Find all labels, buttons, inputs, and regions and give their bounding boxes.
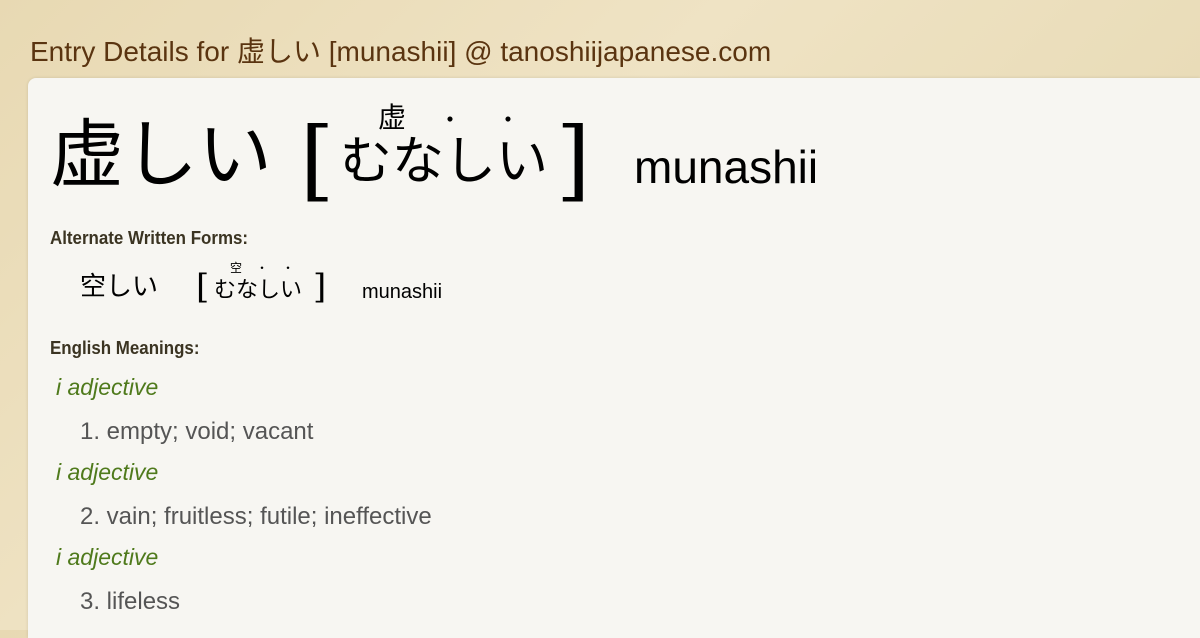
reading-bracket-close: ] xyxy=(556,108,591,211)
furigana-dot: ・ xyxy=(438,106,462,134)
alternate-romaji: munashii xyxy=(362,281,443,303)
alternate-bracket-open: [ xyxy=(196,267,210,307)
entry-furigana: 虚 xyxy=(378,101,407,134)
meaning-text: 1. empty; void; vacant xyxy=(80,418,314,445)
meaning-text: 2. vain; fruitless; futile; ineffective xyxy=(80,503,432,530)
page-title: Entry Details for 虚しい [munashii] @ tanos… xyxy=(30,36,772,67)
entry-reading: むなしい xyxy=(340,132,549,192)
alternate-reading: むなしい xyxy=(214,278,303,303)
alternate-bracket-close: ] xyxy=(313,267,327,307)
alternate-furigana: 空 xyxy=(230,261,243,275)
meaning-text: 3. lifeless xyxy=(80,588,181,615)
part-of-speech: i adjective xyxy=(56,374,159,400)
alternate-forms-heading: Alternate Written Forms: xyxy=(50,228,249,248)
alternate-word: 空しい xyxy=(80,272,159,302)
part-of-speech: i adjective xyxy=(56,544,159,570)
furigana-dot: ・ xyxy=(496,106,520,134)
entry-romaji: munashii xyxy=(634,141,819,193)
entry-card: 虚しい [ 虚 ・ ・ むなしい ] munashii Alternate Wr… xyxy=(28,78,1200,638)
english-meanings-heading: English Meanings: xyxy=(50,338,200,358)
entry-word: 虚しい xyxy=(50,112,272,198)
alternate-furigana-dot: ・ xyxy=(282,261,295,275)
alternate-furigana-dot: ・ xyxy=(256,261,269,275)
part-of-speech: i adjective xyxy=(56,459,159,485)
reading-bracket-open: [ xyxy=(300,108,335,211)
